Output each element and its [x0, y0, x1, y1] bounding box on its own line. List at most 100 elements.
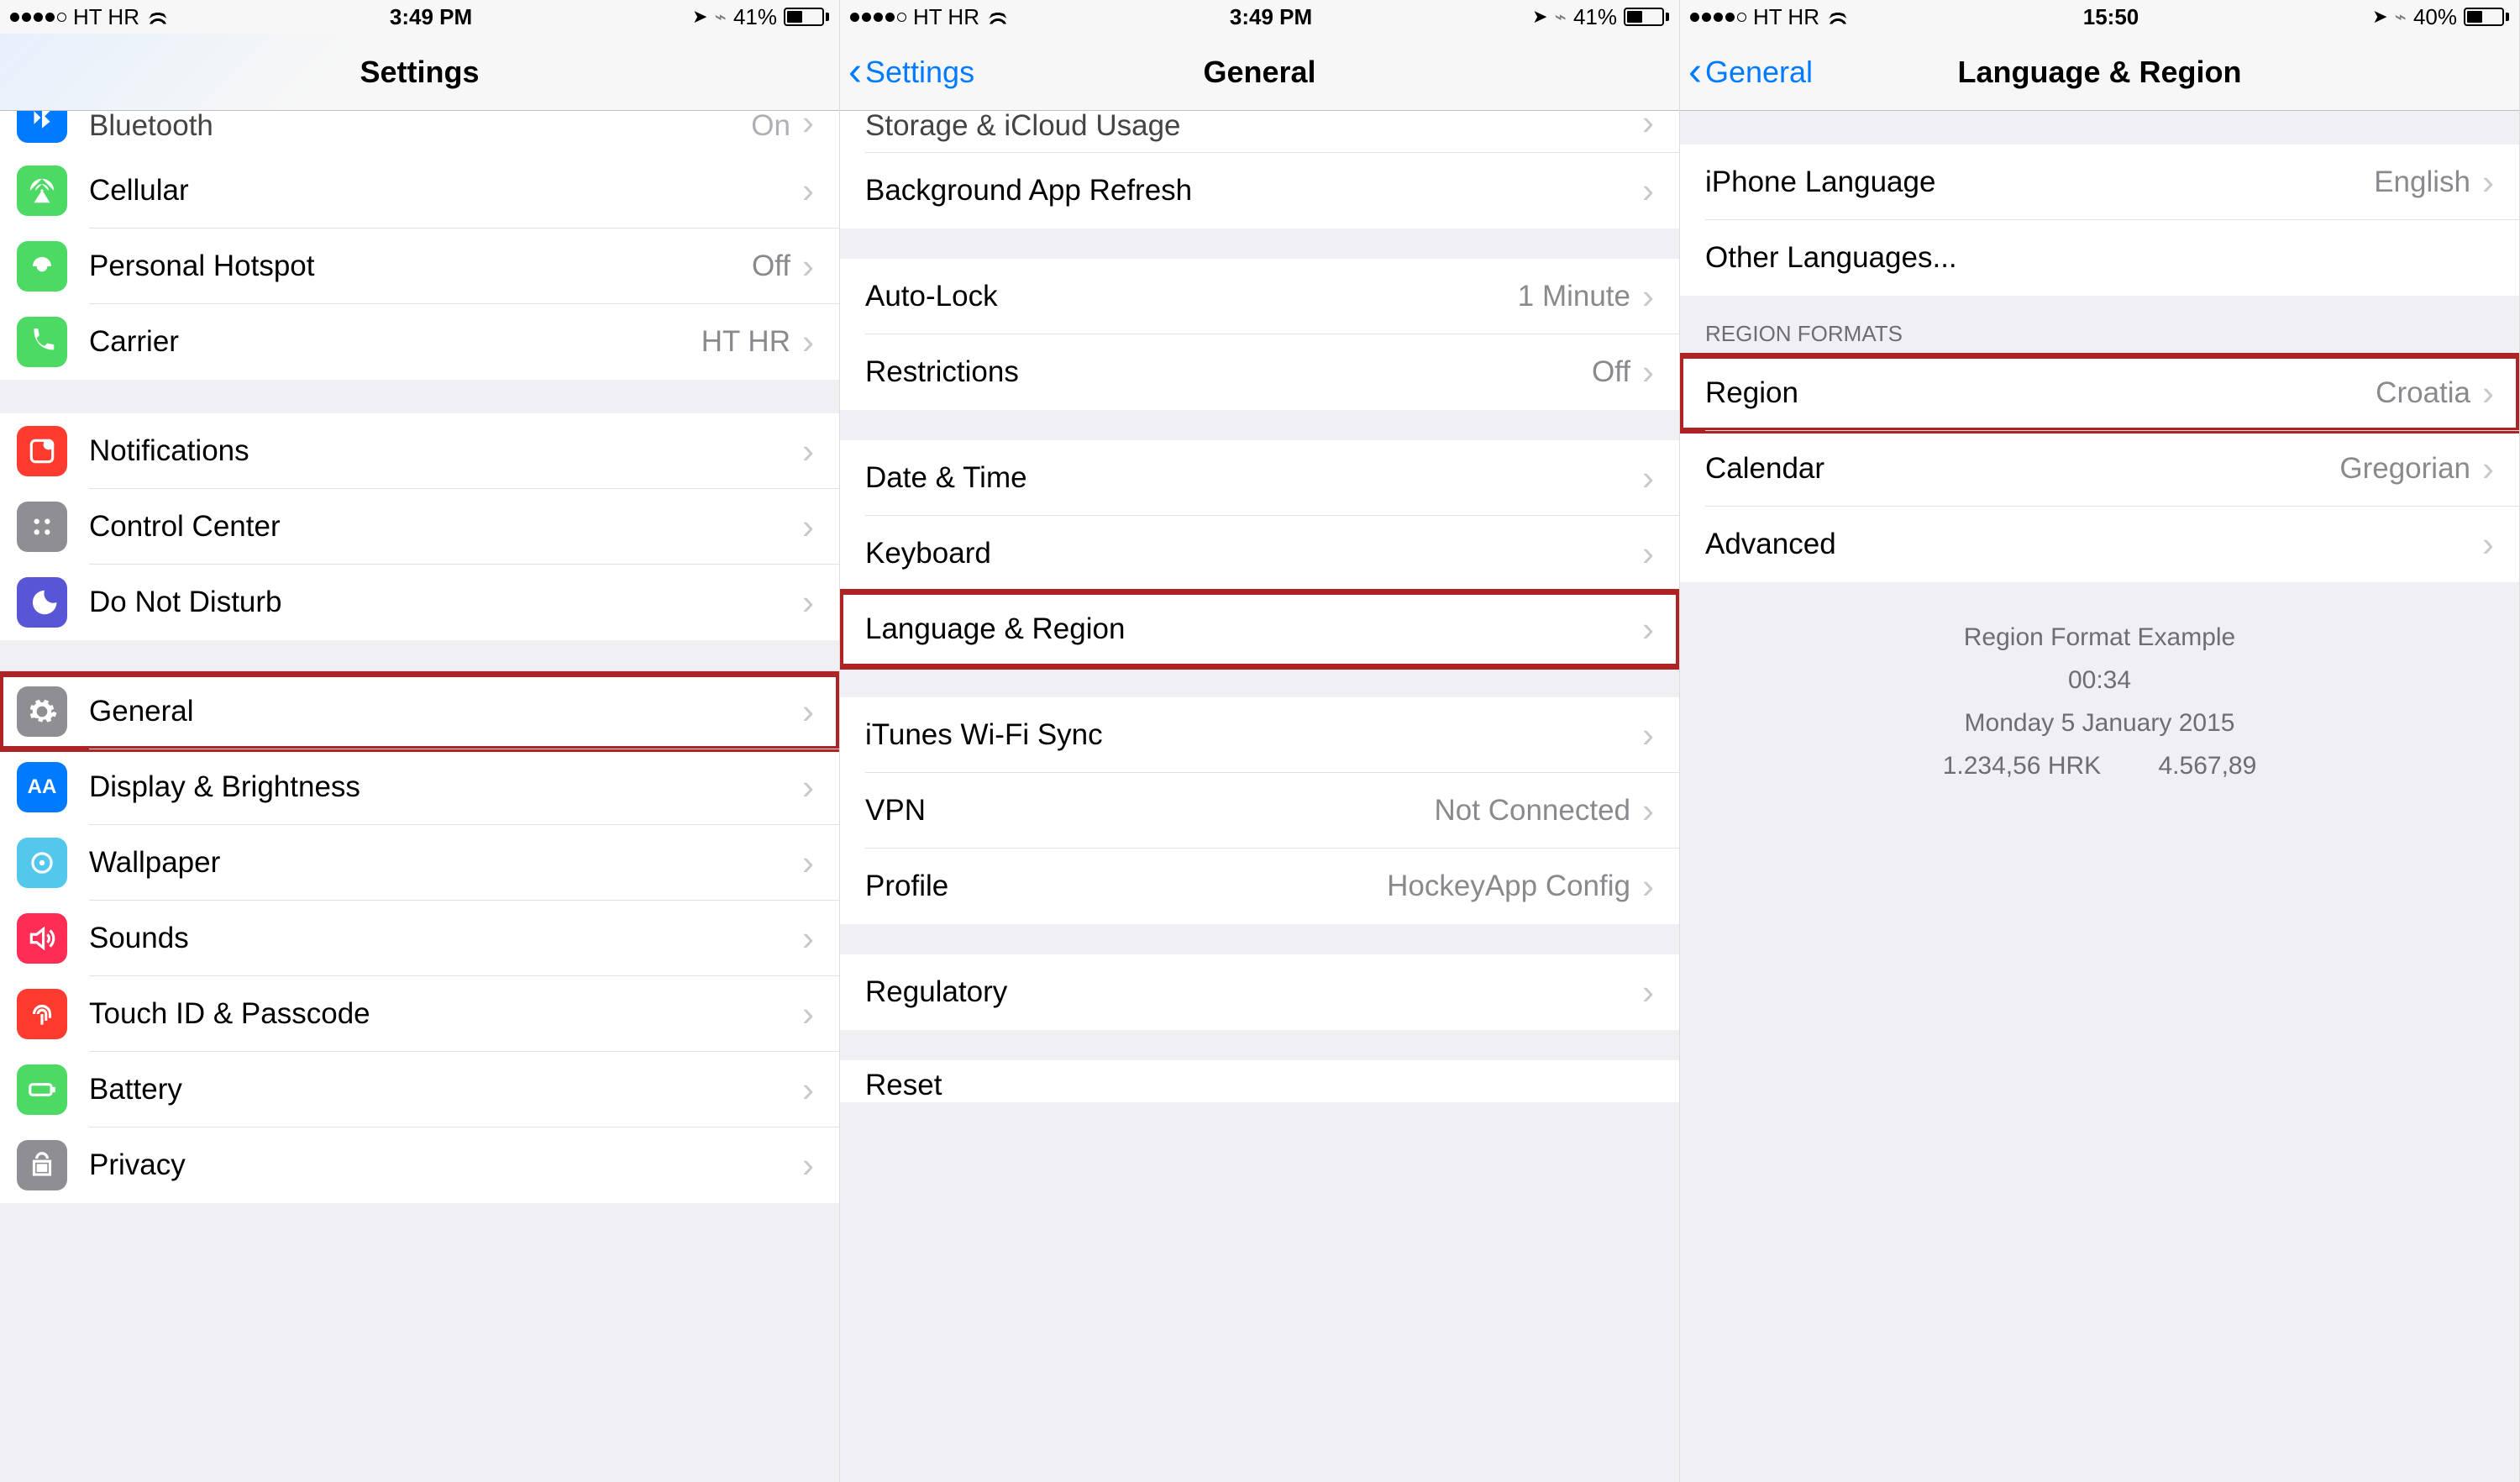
bluetooth-icon: ⌁	[714, 5, 726, 29]
row-label: Calendar	[1705, 452, 2339, 486]
gear-icon	[17, 686, 67, 737]
example-title: Region Format Example	[1697, 616, 2502, 659]
back-label: General	[1705, 55, 1813, 90]
battery-percent: 41%	[1573, 4, 1617, 30]
example-date: Monday 5 January 2015	[1697, 702, 2502, 744]
bluetooth-icon: ⌁	[2395, 5, 2407, 29]
row-restrictions[interactable]: Restrictions Off ›	[840, 334, 1679, 410]
row-wallpaper[interactable]: Wallpaper ›	[0, 825, 839, 901]
row-label: Notifications	[89, 434, 802, 468]
row-carrier[interactable]: Carrier HT HR ›	[0, 304, 839, 380]
row-value: English	[2374, 166, 2470, 199]
row-general[interactable]: General ›	[0, 674, 839, 749]
row-regulatory[interactable]: Regulatory ›	[840, 954, 1679, 1030]
row-label: Carrier	[89, 325, 701, 359]
row-label: Keyboard	[865, 537, 1642, 570]
row-label: Date & Time	[865, 461, 1642, 495]
row-calendar[interactable]: Calendar Gregorian ›	[1680, 431, 2519, 507]
row-profile[interactable]: Profile HockeyApp Config ›	[840, 849, 1679, 924]
chevron-right-icon: ›	[1642, 972, 1654, 1012]
chevron-right-icon: ›	[2482, 524, 2494, 565]
wifi-icon	[1826, 4, 1850, 30]
chevron-right-icon: ›	[802, 918, 814, 959]
row-battery[interactable]: Battery ›	[0, 1052, 839, 1127]
row-privacy[interactable]: Privacy ›	[0, 1127, 839, 1203]
row-label: Background App Refresh	[865, 174, 1642, 208]
row-do-not-disturb[interactable]: Do Not Disturb ›	[0, 565, 839, 640]
back-button[interactable]: ‹ General	[1688, 34, 1813, 110]
row-label: Restrictions	[865, 355, 1592, 389]
row-label: Personal Hotspot	[89, 250, 752, 283]
chevron-right-icon: ›	[1642, 111, 1654, 143]
bluetooth-icon	[17, 111, 67, 143]
row-value: Gregorian	[2339, 452, 2470, 486]
row-reset[interactable]: Reset	[840, 1060, 1679, 1102]
row-label: Region	[1705, 376, 2376, 410]
row-label: Regulatory	[865, 975, 1642, 1009]
region-format-example: Region Format Example 00:34 Monday 5 Jan…	[1680, 582, 2519, 821]
row-notifications[interactable]: Notifications ›	[0, 413, 839, 489]
row-cellular[interactable]: Cellular ›	[0, 153, 839, 229]
row-sounds[interactable]: Sounds ›	[0, 901, 839, 976]
chevron-right-icon: ›	[2482, 373, 2494, 413]
row-value: Off	[752, 250, 790, 283]
control-center-icon	[17, 502, 67, 552]
location-icon: ➤	[2372, 6, 2387, 28]
row-date-time[interactable]: Date & Time ›	[840, 440, 1679, 516]
fingerprint-icon	[17, 989, 67, 1039]
row-bluetooth[interactable]: Bluetooth On ›	[0, 111, 839, 153]
row-label: Control Center	[89, 510, 802, 544]
row-vpn[interactable]: VPN Not Connected ›	[840, 773, 1679, 849]
carrier-label: HT HR	[1753, 4, 1819, 30]
chevron-right-icon: ›	[802, 171, 814, 211]
pane-language-region: HT HR 15:50 ➤ ⌁ 40% ‹ General Language &…	[1680, 0, 2520, 1482]
section-header-region-formats: REGION FORMATS	[1680, 296, 2519, 355]
battery-percent: 40%	[2413, 4, 2457, 30]
row-label: Auto-Lock	[865, 280, 1518, 313]
row-label: General	[89, 695, 802, 728]
row-advanced[interactable]: Advanced ›	[1680, 507, 2519, 582]
row-language-region[interactable]: Language & Region ›	[840, 591, 1679, 667]
chevron-right-icon: ›	[802, 322, 814, 362]
row-label: Battery	[89, 1073, 802, 1106]
row-itunes-wifi-sync[interactable]: iTunes Wi-Fi Sync ›	[840, 697, 1679, 773]
clock: 3:49 PM	[390, 4, 472, 30]
row-label: Reset	[865, 1069, 1654, 1102]
cellular-icon	[17, 166, 67, 216]
row-control-center[interactable]: Control Center ›	[0, 489, 839, 565]
wallpaper-icon	[17, 838, 67, 888]
battery-icon	[1624, 8, 1669, 26]
battery-icon	[784, 8, 829, 26]
signal-strength-icon	[10, 13, 66, 22]
example-number: 4.567,89	[2159, 744, 2257, 787]
row-display-brightness[interactable]: AA Display & Brightness ›	[0, 749, 839, 825]
row-background-app-refresh[interactable]: Background App Refresh ›	[840, 153, 1679, 229]
location-icon: ➤	[1532, 6, 1547, 28]
row-auto-lock[interactable]: Auto-Lock 1 Minute ›	[840, 259, 1679, 334]
row-label: VPN	[865, 794, 1435, 828]
row-label: Cellular	[89, 174, 802, 208]
row-label: Privacy	[89, 1148, 802, 1182]
status-bar: HT HR 15:50 ➤ ⌁ 40%	[1680, 0, 2519, 34]
row-keyboard[interactable]: Keyboard ›	[840, 516, 1679, 591]
row-personal-hotspot[interactable]: Personal Hotspot Off ›	[0, 229, 839, 304]
navbar: ‹ General Language & Region	[1680, 34, 2519, 111]
row-label: Other Languages...	[1705, 241, 2494, 275]
row-value: HT HR	[701, 325, 790, 359]
row-other-languages[interactable]: Other Languages...	[1680, 220, 2519, 296]
row-storage-icloud-usage[interactable]: Storage & iCloud Usage ›	[840, 111, 1679, 153]
row-iphone-language[interactable]: iPhone Language English ›	[1680, 145, 2519, 220]
row-label: Touch ID & Passcode	[89, 997, 802, 1031]
row-region[interactable]: Region Croatia ›	[1680, 355, 2519, 431]
row-touch-id-passcode[interactable]: Touch ID & Passcode ›	[0, 976, 839, 1052]
pane-general: HT HR 3:49 PM ➤ ⌁ 41% ‹ Settings General…	[840, 0, 1680, 1482]
carrier-label: HT HR	[913, 4, 979, 30]
chevron-right-icon: ›	[1642, 171, 1654, 211]
chevron-right-icon: ›	[802, 994, 814, 1034]
row-value: Not Connected	[1435, 794, 1630, 828]
row-label: Storage & iCloud Usage	[865, 111, 1642, 143]
row-label: Advanced	[1705, 528, 2482, 561]
back-button[interactable]: ‹ Settings	[848, 34, 974, 110]
chevron-right-icon: ›	[2482, 449, 2494, 489]
notifications-icon	[17, 426, 67, 476]
